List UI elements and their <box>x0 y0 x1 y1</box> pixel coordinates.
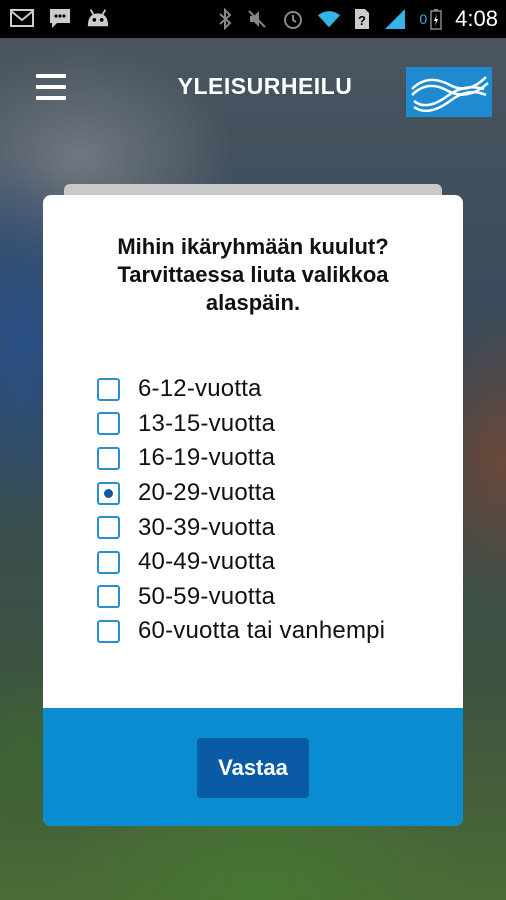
option-40-49[interactable]: 40-49-vuotta <box>97 545 385 580</box>
option-label: 16-19-vuotta <box>138 444 276 472</box>
option-label: 40-49-vuotta <box>138 548 276 576</box>
checkbox[interactable] <box>97 516 120 540</box>
checkbox[interactable] <box>97 585 120 609</box>
age-options-list: 6-12-vuotta 13-15-vuotta 16-19-vuotta 20… <box>97 372 385 649</box>
battery-percent: 0 <box>419 11 428 27</box>
checkbox[interactable] <box>97 412 120 436</box>
option-13-15[interactable]: 13-15-vuotta <box>97 407 385 442</box>
option-label: 50-59-vuotta <box>138 582 276 610</box>
checkbox[interactable] <box>97 550 120 574</box>
alarm-icon <box>284 11 303 29</box>
clock: 4:08 <box>455 6 498 31</box>
dialog-footer: Vastaa <box>43 708 463 826</box>
option-16-19[interactable]: 16-19-vuotta <box>97 441 385 476</box>
signal-icon <box>385 9 406 29</box>
android-icon <box>87 9 109 27</box>
question-dialog: Mihin ikäryhmään kuulut? Tarvittaessa li… <box>43 195 463 826</box>
bluetooth-icon <box>219 8 232 30</box>
option-6-12[interactable]: 6-12-vuotta <box>97 372 385 407</box>
option-label: 30-39-vuotta <box>138 513 276 541</box>
option-50-59[interactable]: 50-59-vuotta <box>97 580 385 615</box>
submit-button[interactable]: Vastaa <box>197 738 309 798</box>
sul-logo <box>406 67 492 117</box>
option-label: 20-29-vuotta <box>138 479 276 507</box>
status-bar: ? 0 4:08 <box>0 0 506 38</box>
option-label: 60-vuotta tai vanhempi <box>138 617 386 645</box>
option-60-plus[interactable]: 60-vuotta tai vanhempi <box>97 614 385 649</box>
sim-unknown-icon: ? <box>355 9 370 29</box>
question-text: Mihin ikäryhmään kuulut? Tarvittaessa li… <box>117 234 389 315</box>
option-label: 6-12-vuotta <box>138 375 262 403</box>
mail-icon <box>10 9 34 27</box>
option-20-29[interactable]: 20-29-vuotta <box>97 476 385 511</box>
app-header: YLEISURHEILU <box>0 38 506 138</box>
checkbox[interactable] <box>97 619 120 643</box>
option-label: 13-15-vuotta <box>138 409 276 437</box>
checkbox[interactable] <box>97 446 120 470</box>
svg-text:?: ? <box>358 13 366 28</box>
chat-icon <box>50 9 70 28</box>
option-30-39[interactable]: 30-39-vuotta <box>97 510 385 545</box>
battery-icon <box>430 9 442 30</box>
mute-icon <box>248 10 267 28</box>
wifi-icon <box>318 11 341 28</box>
checkbox-checked[interactable] <box>97 481 120 505</box>
checkbox[interactable] <box>97 377 120 401</box>
